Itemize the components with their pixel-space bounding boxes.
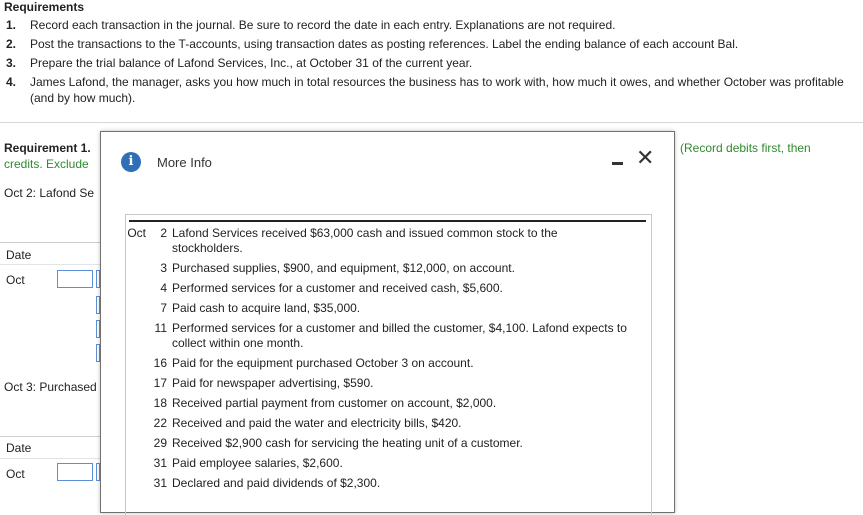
txn-month <box>126 456 150 471</box>
txn-day: 22 <box>153 416 167 430</box>
txn-month <box>126 261 150 276</box>
list-item: Oct 2 Lafond Services received $63,000 cas… <box>126 226 651 256</box>
oct-cell: Oct <box>6 467 25 481</box>
txn-day: 31 <box>153 456 167 470</box>
requirement-text: Prepare the trial balance of Lafond Serv… <box>30 56 473 70</box>
txn-day: 16 <box>153 356 167 370</box>
requirement-number: 3. <box>6 56 17 70</box>
list-item: 7 Paid cash to acquire land, $35,000. <box>126 301 651 316</box>
txn-day: 29 <box>153 436 167 450</box>
list-item: 3 Purchased supplies, $900, and equipment… <box>126 261 651 276</box>
journal-row-line <box>0 458 100 459</box>
txn-description: Paid for newspaper advertising, $590. <box>172 376 374 390</box>
txn-description: Performed services for a customer and re… <box>172 281 503 295</box>
requirements-title: Requirements <box>4 0 85 14</box>
txn-month <box>126 476 150 491</box>
list-item: 31 Paid employee salaries, $2,600. <box>126 456 651 471</box>
txn-description: Paid for the equipment purchased October… <box>172 356 474 370</box>
requirement-item: 4. James Lafond, the manager, asks you h… <box>4 74 860 106</box>
panel-top-rule <box>129 220 646 222</box>
txn-month <box>126 416 150 431</box>
close-icon[interactable]: ✕ <box>636 145 654 171</box>
list-item: 22 Received and paid the water and electr… <box>126 416 651 431</box>
requirements-list: 1. Record each transaction in the journa… <box>4 17 860 109</box>
requirement-text: Post the transactions to the T-accounts,… <box>30 37 739 51</box>
section-divider <box>0 122 863 123</box>
txn-day: 2 <box>160 226 167 240</box>
requirement-text: Record each transaction in the journal. … <box>30 18 616 32</box>
minimize-icon[interactable] <box>612 162 623 165</box>
txn-day: 7 <box>160 301 167 315</box>
txn-month <box>126 396 150 411</box>
requirement-number: 2. <box>6 37 17 51</box>
day-input[interactable] <box>57 270 93 288</box>
txn-month <box>126 281 150 296</box>
txn-description: Performed services for a customer and bi… <box>172 321 627 350</box>
txn-description: Paid employee salaries, $2,600. <box>172 456 343 470</box>
txn-day: 11 <box>154 321 167 335</box>
requirement-item: 2. Post the transactions to the T-accoun… <box>4 36 860 52</box>
journal-header-line <box>0 242 100 243</box>
txn-description: Purchased supplies, $900, and equipment,… <box>172 261 515 275</box>
list-item: 4 Performed services for a customer and r… <box>126 281 651 296</box>
requirement-item: 3. Prepare the trial balance of Lafond S… <box>4 55 860 71</box>
record-debits-hint: (Record debits first, then <box>680 141 811 155</box>
transactions-panel: Oct 2 Lafond Services received $63,000 cas… <box>125 214 652 515</box>
txn-month <box>126 356 150 371</box>
list-item: 16 Paid for the equipment purchased Octob… <box>126 356 651 371</box>
date-column-header: Date <box>6 441 32 455</box>
dialog-title: More Info <box>157 155 212 170</box>
txn-month <box>126 321 150 351</box>
oct2-entry-label: Oct 2: Lafond Se <box>4 186 95 200</box>
requirement-text: James Lafond, the manager, asks you how … <box>30 75 844 105</box>
txn-day: 4 <box>160 281 167 295</box>
requirement-1-label: Requirement 1. <box>4 141 91 155</box>
list-item: 11 Performed services for a customer and … <box>126 321 651 351</box>
list-item: 29 Received $2,900 cash for servicing the… <box>126 436 651 451</box>
txn-description: Received $2,900 cash for servicing the h… <box>172 436 523 450</box>
date-column-header: Date <box>6 248 32 262</box>
journal-row-line <box>0 264 100 265</box>
dialog-header: i More Info ✕ <box>101 132 674 192</box>
txn-month <box>126 301 150 316</box>
txn-day: 18 <box>153 396 167 410</box>
info-icon: i <box>121 152 141 172</box>
txn-description: Declared and paid dividends of $2,300. <box>172 476 381 490</box>
txn-day: 3 <box>160 261 167 275</box>
journal-header-line <box>0 436 100 437</box>
oct-cell: Oct <box>6 273 25 287</box>
list-item: 17 Paid for newspaper advertising, $590. <box>126 376 651 391</box>
txn-description: Lafond Services received $63,000 cash an… <box>172 226 558 255</box>
txn-month: Oct <box>127 226 146 240</box>
txn-day: 31 <box>153 476 167 490</box>
list-item: 31 Declared and paid dividends of $2,300. <box>126 476 651 491</box>
day-input[interactable] <box>57 463 93 481</box>
requirement-item: 1. Record each transaction in the journa… <box>4 17 860 33</box>
txn-month <box>126 376 150 391</box>
txn-description: Paid cash to acquire land, $35,000. <box>172 301 361 315</box>
txn-description: Received partial payment from customer o… <box>172 396 497 410</box>
requirement-number: 4. <box>6 75 17 89</box>
list-item: 18 Received partial payment from customer… <box>126 396 651 411</box>
txn-month <box>126 436 150 451</box>
requirement-number: 1. <box>6 18 17 32</box>
oct3-entry-label: Oct 3: Purchased <box>4 380 97 394</box>
credits-instruction: credits. Exclude <box>4 157 89 171</box>
txn-day: 17 <box>153 376 167 390</box>
more-info-dialog: i More Info ✕ Oct 2 Lafond Services receiv… <box>100 131 675 515</box>
transactions-list: Oct 2 Lafond Services received $63,000 cas… <box>126 226 651 496</box>
txn-description: Received and paid the water and electric… <box>172 416 462 430</box>
